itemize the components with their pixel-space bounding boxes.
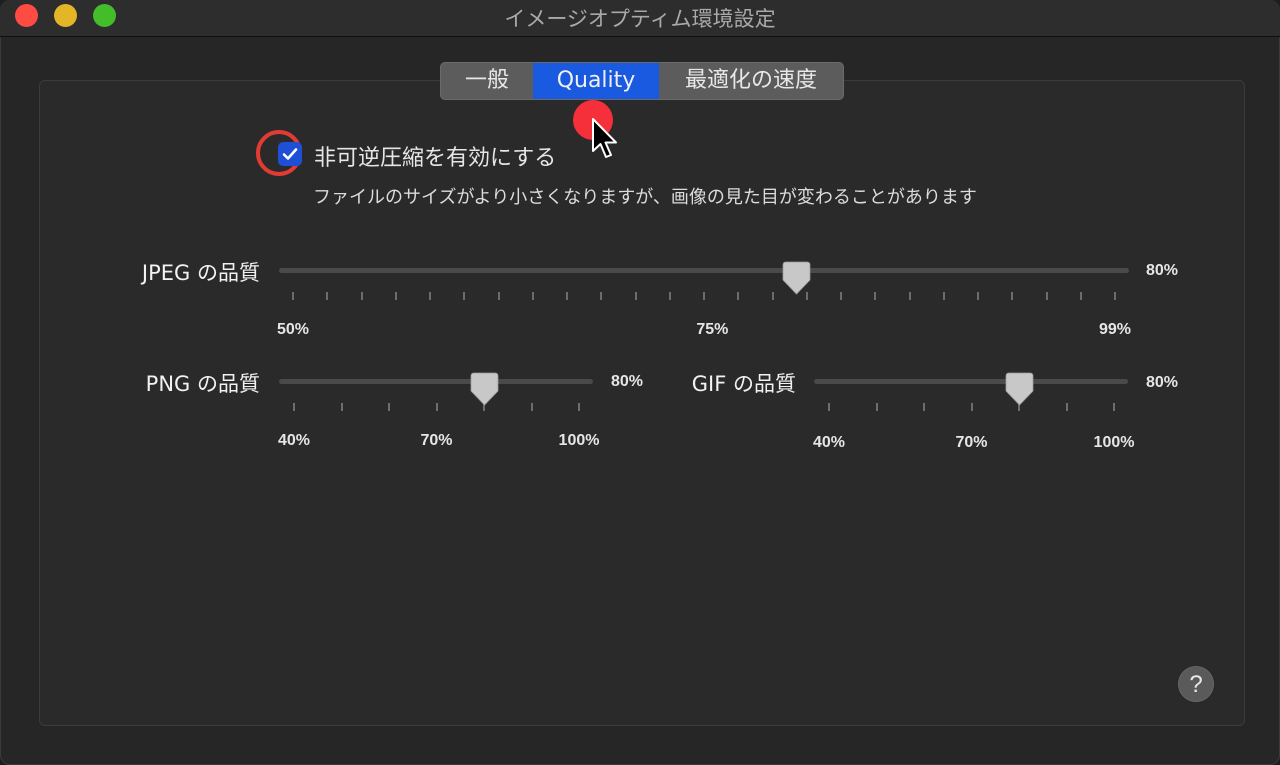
jpeg-slider-tick	[1011, 292, 1014, 300]
png-quality-value: 80%	[611, 373, 644, 390]
png-slider-tick	[578, 403, 580, 411]
png-slider-tick-label: 100%	[558, 432, 600, 449]
jpeg-slider-tick	[942, 292, 945, 300]
jpeg-slider-tick	[771, 292, 774, 300]
jpeg-slider-tick	[463, 292, 466, 300]
png-slider-tick	[293, 403, 295, 411]
jpeg-quality-label: JPEG の品質	[141, 261, 260, 285]
help-button[interactable]: ?	[1178, 666, 1214, 702]
preferences-window: イメージオプティム環境設定 一般 Quality 最適化の速度 非可逆圧縮を有効…	[0, 0, 1280, 765]
jpeg-slider-tick	[908, 292, 911, 300]
jpeg-slider-tick	[1045, 292, 1048, 300]
gif-quality-label: GIF の品質	[691, 372, 796, 396]
jpeg-slider-tick	[1079, 292, 1082, 300]
lossy-compression-description: ファイルのサイズがより小さくなりますが、画像の見た目が変わることがあります	[313, 187, 977, 208]
tab-content-panel	[39, 80, 1245, 726]
png-slider-tick-label: 40%	[277, 432, 311, 449]
jpeg-slider-tick	[737, 292, 740, 300]
jpeg-slider-track[interactable]	[279, 268, 1129, 273]
jpeg-slider-tick	[977, 292, 979, 300]
jpeg-slider-tick	[531, 292, 534, 300]
gif-quality-value: 80%	[1146, 374, 1179, 391]
jpeg-slider-tick	[326, 292, 329, 300]
png-slider-tick	[340, 403, 343, 411]
gif-slider-thumb[interactable]	[1005, 372, 1034, 406]
jpeg-slider-tick	[394, 292, 397, 300]
png-slider-tick	[388, 403, 390, 411]
jpeg-slider-tick-label: 50%	[276, 321, 310, 338]
lossy-compression-checkbox[interactable]	[278, 142, 302, 166]
lossy-compression-label[interactable]: 非可逆圧縮を有効にする	[314, 140, 556, 172]
jpeg-slider-tick	[566, 292, 568, 300]
jpeg-slider-tick	[360, 292, 363, 300]
png-quality-label: PNG の品質	[145, 372, 260, 396]
gif-slider-tick	[970, 403, 973, 411]
jpeg-slider-tick	[874, 292, 877, 300]
png-slider-thumb[interactable]	[470, 372, 499, 406]
tab-optimization-speed[interactable]: 最適化の速度	[659, 63, 843, 99]
jpeg-slider-tick	[429, 292, 431, 300]
jpeg-slider-tick-label: 75%	[696, 321, 729, 338]
png-slider-tick	[530, 403, 533, 411]
gif-slider-tick	[1065, 403, 1068, 411]
jpeg-slider-tick	[292, 292, 294, 300]
jpeg-slider-tick	[497, 292, 500, 300]
jpeg-slider-tick	[703, 292, 705, 300]
jpeg-slider-tick	[634, 292, 637, 300]
jpeg-slider-tick	[668, 292, 671, 300]
gif-slider-tick	[828, 403, 830, 411]
gif-slider-tick-label: 40%	[812, 434, 846, 451]
gif-slider-track[interactable]	[814, 379, 1128, 384]
png-slider-tick-label: 70%	[420, 432, 453, 449]
gif-slider-tick-label: 70%	[955, 434, 988, 451]
jpeg-slider-thumb[interactable]	[782, 261, 811, 295]
checkmark-icon	[282, 148, 298, 160]
jpeg-slider-tick	[600, 292, 603, 300]
tab-general[interactable]: 一般	[441, 63, 533, 99]
gif-slider-tick	[923, 403, 925, 411]
png-slider-track[interactable]	[279, 379, 593, 384]
window-title: イメージオプティム環境設定	[504, 7, 776, 31]
gif-slider-tick	[1113, 403, 1115, 411]
tab-bar: 一般 Quality 最適化の速度	[440, 62, 844, 100]
title-bar[interactable]: イメージオプティム環境設定	[0, 0, 1280, 37]
gif-slider-tick	[875, 403, 878, 411]
jpeg-slider-tick	[840, 292, 842, 300]
gif-slider-tick-label: 100%	[1093, 434, 1135, 451]
mouse-pointer-icon	[592, 118, 617, 158]
png-slider-tick	[435, 403, 438, 411]
jpeg-slider-tick	[1114, 292, 1116, 300]
tab-quality[interactable]: Quality	[533, 63, 659, 99]
jpeg-quality-value: 80%	[1146, 262, 1179, 279]
jpeg-slider-tick-label: 99%	[1098, 321, 1132, 338]
